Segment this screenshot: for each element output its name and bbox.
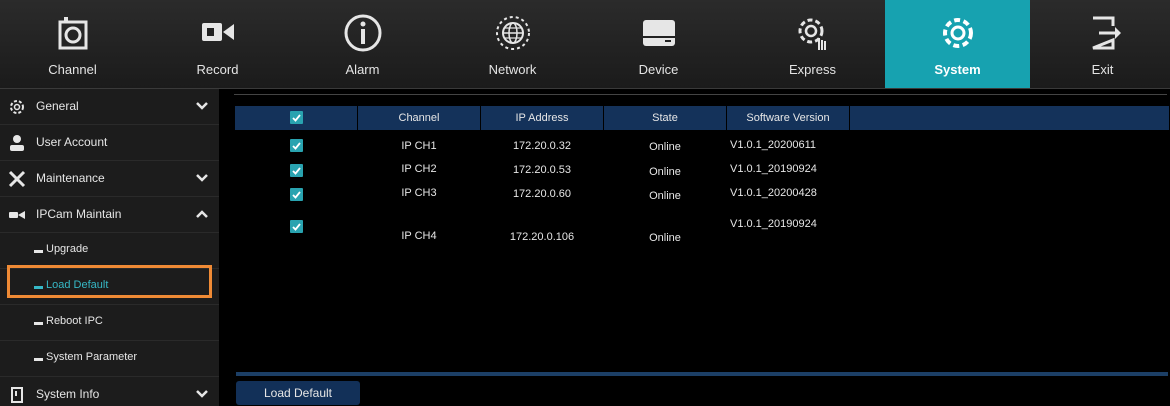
tab-alarm[interactable]: Alarm (290, 0, 435, 88)
tab-express[interactable]: Express (740, 0, 885, 88)
cell-channel: IP CH4 (401, 230, 437, 242)
sidebar-item-label: System Parameter (46, 351, 138, 363)
sidebar-item-label: General (36, 99, 79, 113)
chevron-down-icon (196, 390, 208, 398)
tab-label: Channel (48, 62, 97, 77)
check-icon (292, 167, 301, 175)
sidebar-item-system-info[interactable]: System Info (0, 377, 219, 406)
sidebar-item-label: Maintenance (36, 171, 105, 185)
gear-hand-icon (798, 18, 826, 50)
check-icon (292, 142, 301, 150)
chevron-down-icon (196, 174, 208, 182)
user-icon (10, 135, 24, 151)
sidebar-subitem-reboot-ipc[interactable]: Reboot IPC (0, 305, 219, 341)
tab-label: Device (638, 62, 679, 77)
cell-software-version: V1.0.1_20190924 (730, 218, 817, 230)
dash-icon (34, 322, 43, 325)
tab-label: Alarm (345, 62, 380, 77)
info-icon (344, 14, 381, 52)
cell-state: Online (649, 141, 681, 153)
column-header-software-version: Software Version (746, 112, 830, 124)
cell-channel: IP CH2 (401, 163, 437, 175)
tab-system[interactable]: System (885, 0, 1030, 88)
cell-channel: IP CH1 (401, 140, 437, 152)
tab-record[interactable]: Record (145, 0, 290, 88)
column-header-channel: Channel (398, 112, 440, 124)
cell-ip-address: 172.20.0.53 (512, 164, 572, 176)
load-default-button[interactable]: Load Default (236, 381, 360, 405)
tab-network[interactable]: Network (440, 0, 585, 88)
sidebar-item-maintenance[interactable]: Maintenance (0, 161, 219, 197)
cell-channel: IP CH3 (401, 187, 437, 199)
select-all-checkbox[interactable] (290, 111, 303, 124)
exit-icon (1091, 16, 1121, 50)
tab-label: Network (488, 62, 537, 77)
sidebar-item-label: System Info (36, 387, 100, 401)
divider (236, 372, 1168, 376)
check-icon (292, 223, 301, 231)
sidebar: General User Account Maintenance IPCam M… (0, 89, 219, 406)
hard-drive-icon (642, 20, 675, 46)
cell-ip-address: 172.20.0.106 (509, 231, 575, 243)
chevron-down-icon (196, 102, 208, 110)
cell-software-version: V1.0.1_20200428 (730, 187, 817, 199)
check-icon (292, 114, 301, 122)
gear-icon (942, 18, 973, 48)
cell-software-version: V1.0.1_20190924 (730, 163, 817, 175)
column-header-state: State (652, 112, 678, 124)
tab-label: Exit (1091, 62, 1114, 77)
row-checkbox[interactable] (290, 188, 303, 201)
sidebar-item-user-account[interactable]: User Account (0, 125, 219, 161)
chevron-up-icon (196, 210, 208, 218)
tab-label: System (934, 62, 981, 77)
tools-icon (8, 170, 26, 188)
sidebar-item-ipcam-maintain[interactable]: IPCam Maintain (0, 197, 219, 233)
sidebar-item-label: Reboot IPC (46, 315, 103, 327)
camera-icon (58, 17, 87, 50)
sidebar-item-general[interactable]: General (0, 89, 219, 125)
cell-software-version: V1.0.1_20200611 (730, 139, 817, 151)
sidebar-item-label: User Account (36, 135, 108, 149)
cell-state: Online (649, 232, 681, 244)
sidebar-item-label: IPCam Maintain (36, 207, 122, 221)
tab-exit[interactable]: Exit (1030, 0, 1170, 88)
cell-state: Online (649, 166, 681, 178)
ipcam-icon (9, 211, 25, 219)
tab-label: Record (196, 62, 239, 77)
cell-ip-address: 172.20.0.60 (512, 188, 572, 200)
row-checkbox[interactable] (290, 220, 303, 233)
divider (234, 94, 1167, 95)
tab-device[interactable]: Device (586, 0, 731, 88)
cell-state: Online (649, 190, 681, 202)
dash-icon (34, 250, 43, 253)
main-panel: Channel IP Address State Software Versio… (220, 89, 1170, 406)
info-doc-icon (11, 387, 23, 403)
table-header: Channel IP Address State Software Versio… (235, 106, 1169, 130)
sidebar-subitem-system-parameter[interactable]: System Parameter (0, 341, 219, 377)
sidebar-subitem-upgrade[interactable]: Upgrade (0, 233, 219, 269)
dash-icon (34, 358, 43, 361)
column-header-ip-address: IP Address (515, 112, 569, 124)
top-nav-bar: Channel Record Alarm Network Device Expr… (0, 0, 1170, 89)
sidebar-item-label: Upgrade (46, 243, 89, 255)
check-icon (292, 191, 301, 199)
cell-ip-address: 172.20.0.32 (512, 140, 572, 152)
row-checkbox[interactable] (290, 139, 303, 152)
tab-channel[interactable]: Channel (0, 0, 145, 88)
row-checkbox[interactable] (290, 164, 303, 177)
divider (849, 106, 850, 130)
highlight-box (7, 265, 212, 298)
gear-icon (10, 100, 24, 114)
globe-icon (495, 16, 530, 50)
video-camera-icon (201, 23, 234, 41)
tab-label: Express (789, 62, 836, 77)
